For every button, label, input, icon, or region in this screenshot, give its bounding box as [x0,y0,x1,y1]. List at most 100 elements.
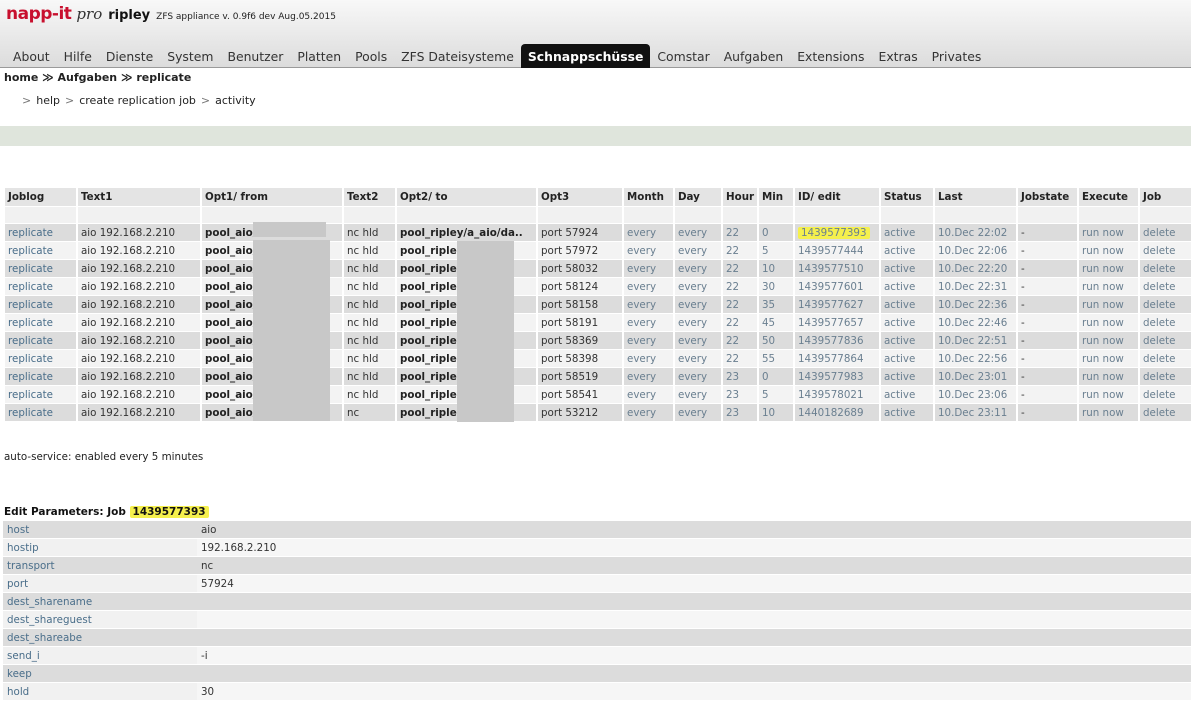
cell-id-edit[interactable]: 1439577444 [795,242,879,259]
menu-item-extras[interactable]: Extras [872,44,925,68]
breadcrumb-aufgaben[interactable]: Aufgaben [58,71,118,84]
cell-job[interactable]: delete [1140,404,1191,421]
cell-execute[interactable]: run now [1079,404,1138,421]
param-value[interactable]: 30 [197,683,1191,700]
highlighted-job-id[interactable]: 1439577393 [798,226,870,239]
cell-month: every [624,332,673,349]
menu-item-zfs-dateisysteme[interactable]: ZFS Dateisysteme [394,44,521,68]
cell-job[interactable]: delete [1140,386,1191,403]
param-value[interactable]: nc [197,557,1191,574]
cell-job[interactable]: delete [1140,350,1191,367]
table-header-row: Joblog Text1 Opt1/ from Text2 Opt2/ to Opt3 Mo… [5,188,1191,206]
cell-month: every [624,296,673,313]
cell-opt3: port 58124 [538,278,622,295]
cell-job[interactable]: delete [1140,368,1191,385]
cell-id-edit[interactable]: 1439577836 [795,332,879,349]
redaction-block [253,240,330,421]
cell-execute[interactable]: run now [1079,242,1138,259]
cell-execute[interactable]: run now [1079,296,1138,313]
cell-job[interactable]: delete [1140,314,1191,331]
submenu-activity[interactable]: activity [215,94,256,107]
menu-item-hilfe[interactable]: Hilfe [57,44,99,68]
cell-joblog[interactable]: replicate [5,386,76,403]
cell-joblog[interactable]: replicate [5,332,76,349]
menu-item-privates[interactable]: Privates [925,44,989,68]
param-key: hold [3,683,197,700]
param-value[interactable]: 192.168.2.210 [197,539,1191,556]
cell-id-edit[interactable]: 1439577864 [795,350,879,367]
cell-execute[interactable]: run now [1079,260,1138,277]
cell-joblog[interactable]: replicate [5,314,76,331]
cell-jobstate: - [1018,314,1077,331]
cell-min: 5 [759,386,793,403]
cell-id-edit[interactable]: 1439577510 [795,260,879,277]
cell-text2: nc hld [344,296,395,313]
menu-item-schnappschüsse[interactable]: Schnappschüsse [520,44,651,68]
param-value[interactable]: 57924 [197,575,1191,592]
cell-opt3: port 58541 [538,386,622,403]
cell-id-edit[interactable]: 1439577601 [795,278,879,295]
cell-execute[interactable]: run now [1079,224,1138,241]
table-row: replicate aio 192.168.2.210 pool_aio/nc poo… [5,404,1191,421]
cell-execute[interactable]: run now [1079,332,1138,349]
cell-text1: aio 192.168.2.210 [78,368,200,385]
cell-joblog[interactable]: replicate [5,278,76,295]
column-header-jobstate: Jobstate [1018,188,1077,206]
cell-execute[interactable]: run now [1079,368,1138,385]
cell-joblog[interactable]: replicate [5,224,76,241]
cell-job[interactable]: delete [1140,332,1191,349]
cell-month: every [624,242,673,259]
cell-job[interactable]: delete [1140,260,1191,277]
cell-joblog[interactable]: replicate [5,404,76,421]
cell-joblog[interactable]: replicate [5,368,76,385]
menu-item-comstar[interactable]: Comstar [650,44,716,68]
cell-id-edit[interactable]: 1439577983 [795,368,879,385]
cell-execute[interactable]: run now [1079,278,1138,295]
menu-item-benutzer[interactable]: Benutzer [220,44,290,68]
menu-item-extensions[interactable]: Extensions [790,44,871,68]
cell-id-edit[interactable]: 1439577627 [795,296,879,313]
menu-item-dienste[interactable]: Dienste [99,44,160,68]
cell-last: 10.Dec 22:46 [935,314,1016,331]
cell-job[interactable]: delete [1140,296,1191,313]
cell-id-edit[interactable]: 1439577657 [795,314,879,331]
cell-joblog[interactable]: replicate [5,242,76,259]
param-value[interactable]: -i [197,647,1191,664]
cell-execute[interactable]: run now [1079,386,1138,403]
cell-text1: aio 192.168.2.210 [78,296,200,313]
cell-text1: aio 192.168.2.210 [78,332,200,349]
breadcrumb-replicate[interactable]: replicate [136,71,191,84]
cell-joblog[interactable]: replicate [5,260,76,277]
cell-status: active [881,404,933,421]
cell-execute[interactable]: run now [1079,314,1138,331]
menu-item-pools[interactable]: Pools [348,44,394,68]
menu-item-about[interactable]: About [6,44,57,68]
submenu-help[interactable]: help [36,94,60,107]
cell-execute[interactable]: run now [1079,350,1138,367]
param-value[interactable]: aio [197,521,1191,538]
cell-id-edit[interactable]: 1440182689 [795,404,879,421]
cell-id-edit[interactable]: 1439578021 [795,386,879,403]
param-row-dest-sharename: dest_sharename [3,593,1191,610]
top-header: napp-it pro ripley ZFS appliance v. 0.9f… [0,0,1191,68]
column-header-min: Min [759,188,793,206]
menu-item-aufgaben[interactable]: Aufgaben [717,44,791,68]
param-value[interactable] [197,629,1191,646]
cell-job[interactable]: delete [1140,224,1191,241]
cell-job[interactable]: delete [1140,242,1191,259]
menu-item-system[interactable]: System [160,44,220,68]
cell-joblog[interactable]: replicate [5,350,76,367]
cell-job[interactable]: delete [1140,278,1191,295]
cell-text2: nc hld [344,260,395,277]
menu-item-platten[interactable]: Platten [290,44,348,68]
cell-last: 10.Dec 23:11 [935,404,1016,421]
cell-joblog[interactable]: replicate [5,296,76,313]
submenu-create-replication-job[interactable]: create replication job [79,94,196,107]
cell-id-edit[interactable]: 1439577393 [795,224,879,241]
param-row-host: host aio [3,521,1191,538]
param-value[interactable] [197,665,1191,682]
param-value[interactable] [197,593,1191,610]
cell-last: 10.Dec 22:06 [935,242,1016,259]
breadcrumb-home[interactable]: home [4,71,38,84]
param-value[interactable] [197,611,1191,628]
